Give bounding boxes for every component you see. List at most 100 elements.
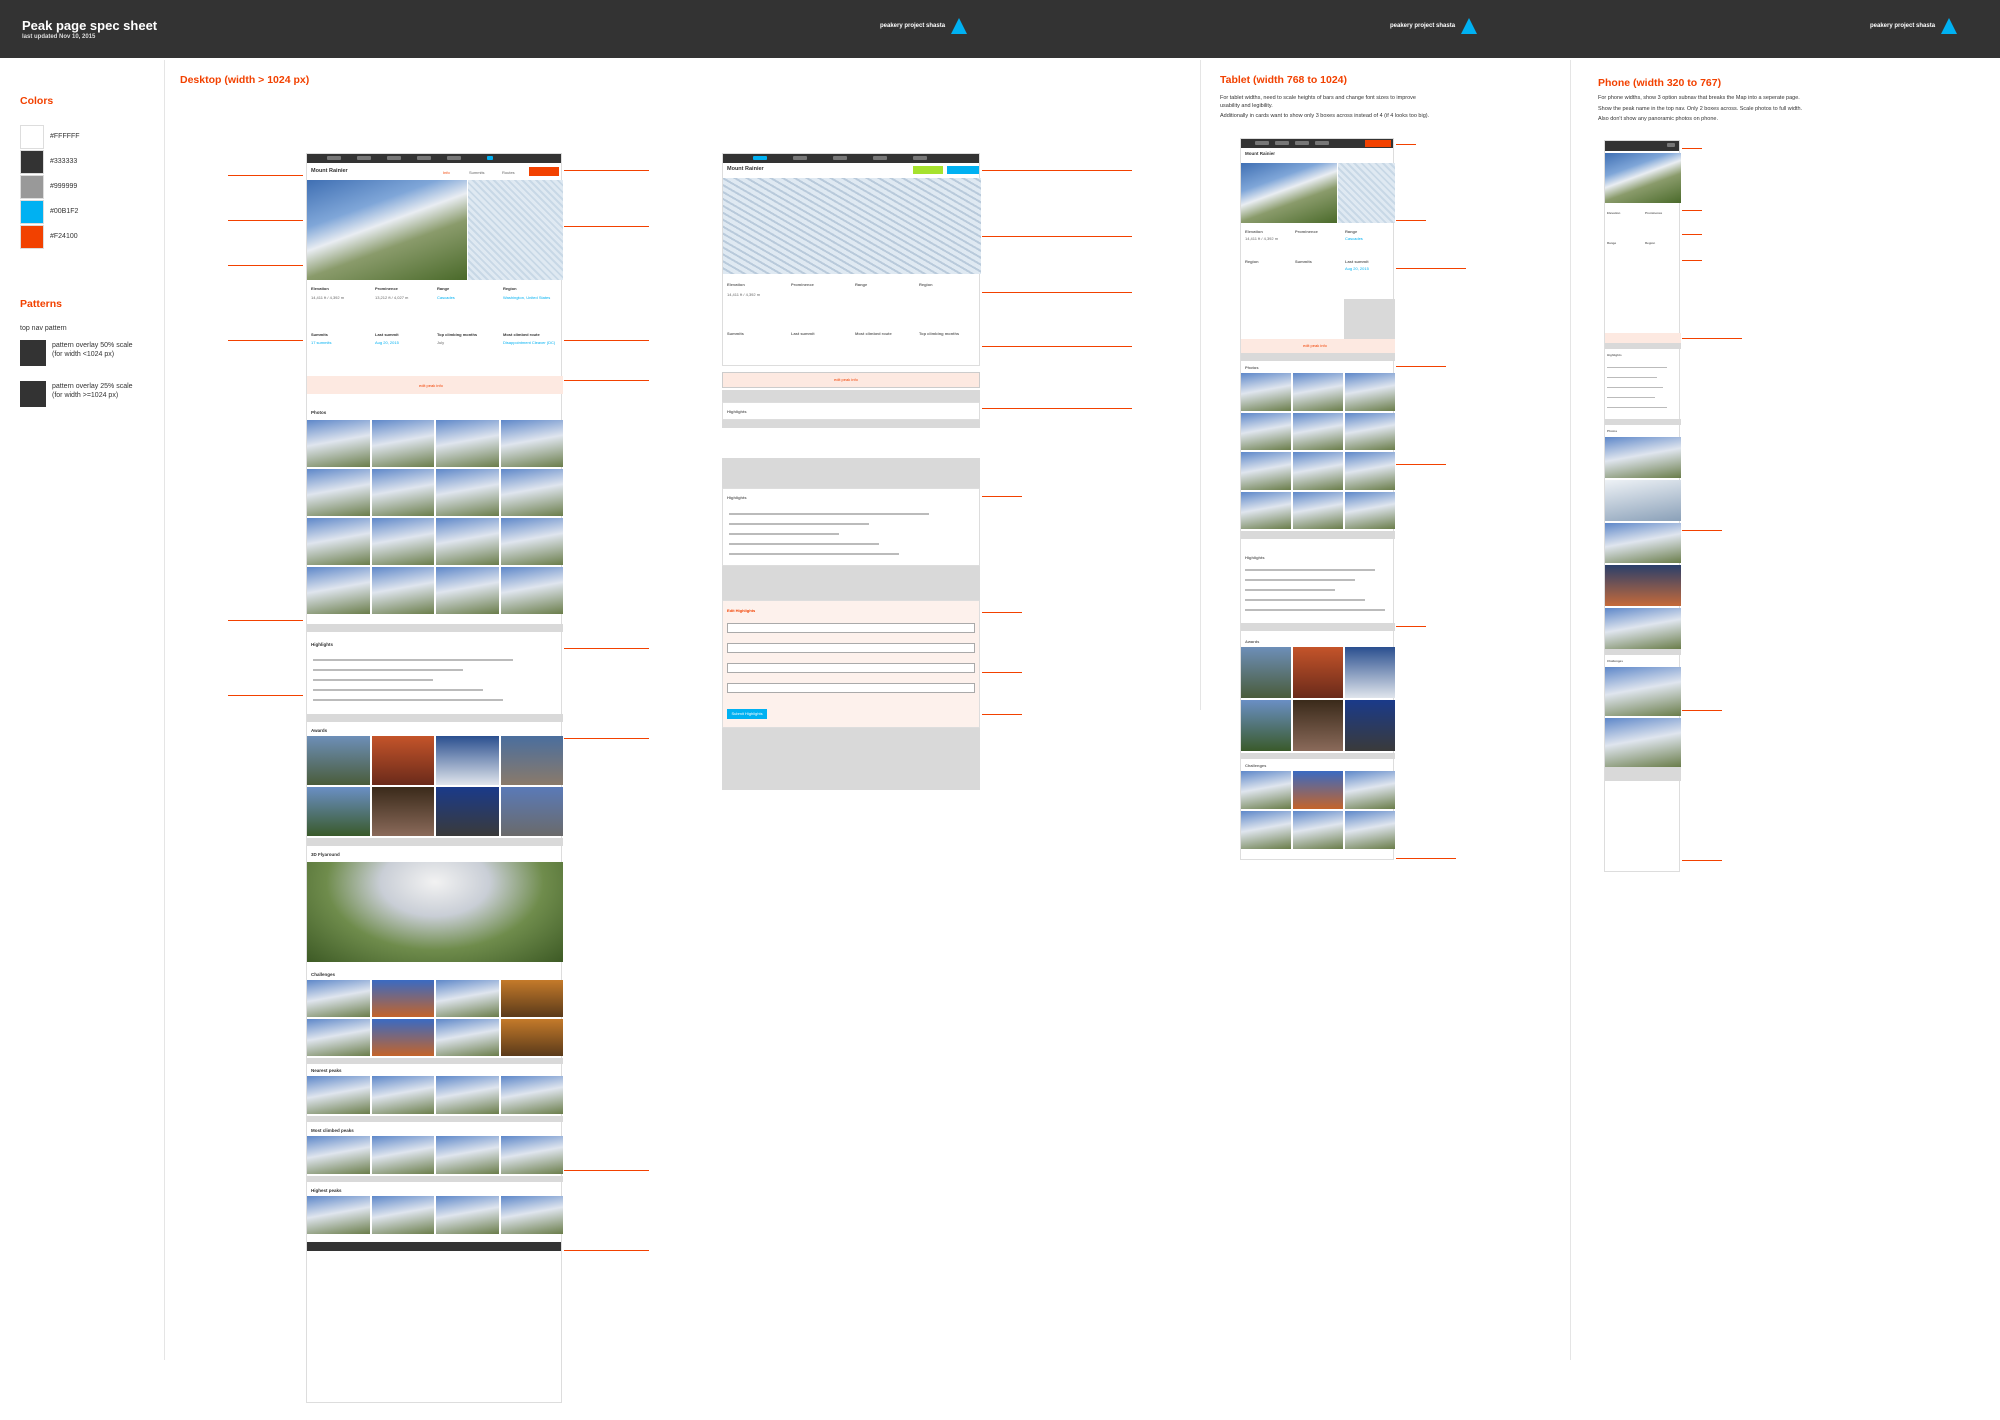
map-toggle[interactable]: [913, 166, 943, 174]
tablet-heading: Tablet (width 768 to 1024): [1220, 74, 1347, 86]
stat-value: 14,411 ft / 4,392 m: [311, 295, 345, 300]
challenges-column[interactable]: [1605, 667, 1681, 767]
stat-link[interactable]: Cascades: [437, 295, 455, 300]
log-climb-button[interactable]: [947, 166, 979, 174]
top-nav[interactable]: [307, 154, 561, 163]
desktop-heading: Desktop (width > 1024 px): [180, 74, 310, 86]
hero-map[interactable]: [468, 180, 563, 280]
summit-label: Top climbing months: [437, 332, 478, 337]
log-climb-button[interactable]: [529, 167, 559, 176]
gray-block: [722, 420, 980, 428]
summit-label: Most climbed route: [503, 332, 540, 337]
photos-heading: Photos: [311, 410, 327, 415]
most-climbed-grid[interactable]: [307, 1136, 563, 1174]
edit-highlights-heading: Edit Highlights: [727, 608, 756, 613]
gray-block: [1605, 649, 1681, 655]
gray-block: [722, 566, 980, 600]
awards-heading: Awards: [1245, 639, 1260, 644]
highest-heading: Highest peaks: [311, 1188, 342, 1193]
patterns-heading: Patterns: [20, 298, 63, 310]
awards-grid[interactable]: [1241, 647, 1395, 751]
highlight-input[interactable]: [727, 683, 975, 693]
top-nav[interactable]: [723, 154, 979, 163]
highlights-heading: Highlights: [1245, 555, 1265, 560]
divider: [1200, 60, 1201, 710]
stat-label: Range: [437, 286, 450, 291]
subnav-info[interactable]: Info: [443, 170, 450, 175]
subnav-routes[interactable]: Routes: [502, 170, 515, 175]
swatch-dark: [20, 150, 44, 174]
edit-peak-info-bar[interactable]: [1605, 333, 1681, 343]
challenges-heading: Challenges: [311, 972, 336, 977]
awards-grid[interactable]: [307, 736, 563, 836]
challenges-footer: [307, 1058, 563, 1064]
challenges-grid[interactable]: [1241, 771, 1395, 849]
stat-label: Prominence: [375, 286, 398, 291]
desktop-mockup: Mount Rainier Info Summits Routes Elevat…: [306, 153, 563, 1403]
hero-photo[interactable]: [1605, 153, 1681, 203]
gray-block: [1605, 419, 1681, 425]
phone-mockup: Elevation Prominence Range Region Highli…: [1604, 140, 1681, 872]
hero-photo[interactable]: [1241, 163, 1337, 223]
gray-block: [1605, 343, 1681, 349]
most-climbed-heading: Most climbed peaks: [311, 1128, 354, 1133]
swatch-label: #FFFFFF: [50, 133, 80, 140]
top-bar: Peak page spec sheet last updated Nov 10…: [0, 0, 2000, 58]
peak-title: Mount Rainier: [727, 166, 764, 172]
brand-3: peakery project shasta: [1870, 18, 1958, 34]
edit-peak-info-link[interactable]: edit peak info: [834, 377, 858, 382]
photos-heading: Photos: [1245, 365, 1259, 370]
peak-title: Mount Rainier: [311, 168, 348, 174]
swatch-white: [20, 125, 44, 149]
stat-label: Elevation: [311, 286, 329, 291]
summit-link[interactable]: Disappointment Cleaver (DC): [503, 340, 558, 345]
photo-grid[interactable]: [1241, 373, 1395, 529]
summit-value: July: [437, 340, 445, 345]
photo-grid[interactable]: [307, 420, 563, 614]
summit-label: Summits: [311, 332, 328, 337]
tablet-notes: For tablet widths, need to scale heights…: [1220, 95, 1430, 120]
highlights-heading: Highlights: [311, 642, 333, 647]
flyaround-view[interactable]: [307, 862, 563, 962]
nearest-footer: [307, 1116, 563, 1122]
phone-heading: Phone (width 320 to 767): [1598, 77, 1722, 89]
most-climbed-footer: [307, 1176, 563, 1182]
peakery-logo-icon: [1941, 18, 1958, 34]
tablet-mockup: Mount Rainier Elevation Prominence Range…: [1240, 138, 1395, 860]
highlight-input[interactable]: [727, 663, 975, 673]
swatch-label: #F24100: [50, 233, 78, 240]
highlights-input-row[interactable]: Highlights: [722, 402, 980, 420]
stat-value: 13,212 ft / 4,027 m: [375, 295, 409, 300]
gray-block: [1241, 531, 1395, 539]
top-nav[interactable]: [1605, 141, 1679, 151]
divider: [164, 60, 165, 1360]
topo-map[interactable]: [723, 178, 981, 274]
swatch-label: #333333: [50, 158, 78, 165]
swatch-label: #00B1F2: [50, 208, 79, 215]
summit-link[interactable]: Aug 20, 2015: [375, 340, 399, 345]
highlight-input[interactable]: [727, 643, 975, 653]
stat-link[interactable]: Washington, United States: [503, 295, 558, 300]
photos-heading: Photos: [1607, 429, 1618, 433]
pattern-title: top nav pattern: [20, 325, 67, 332]
colors-heading: Colors: [20, 95, 54, 107]
bottom-nav[interactable]: [307, 1242, 561, 1251]
photo-column[interactable]: [1605, 437, 1681, 649]
edit-peak-info-link[interactable]: edit peak info: [419, 383, 443, 388]
nearest-grid[interactable]: [307, 1076, 563, 1114]
submit-highlights-button[interactable]: Submit Highlights: [727, 709, 767, 719]
summit-link[interactable]: 17 summits: [311, 340, 331, 345]
swatch-label: #999999: [50, 183, 78, 190]
hero-map[interactable]: [1338, 163, 1395, 223]
edit-peak-info-link[interactable]: edit peak info: [1303, 343, 1327, 348]
photos-footer: [307, 624, 563, 632]
highest-grid[interactable]: [307, 1196, 563, 1234]
highlight-input[interactable]: [727, 623, 975, 633]
subnav-summits[interactable]: Summits: [469, 170, 485, 175]
top-nav[interactable]: [1241, 139, 1393, 148]
awards-footer: [307, 838, 563, 846]
stat-label: Region: [503, 286, 517, 291]
hero-photo[interactable]: [307, 180, 467, 280]
challenges-grid[interactable]: [307, 980, 563, 1056]
nearest-heading: Nearest peaks: [311, 1068, 342, 1073]
